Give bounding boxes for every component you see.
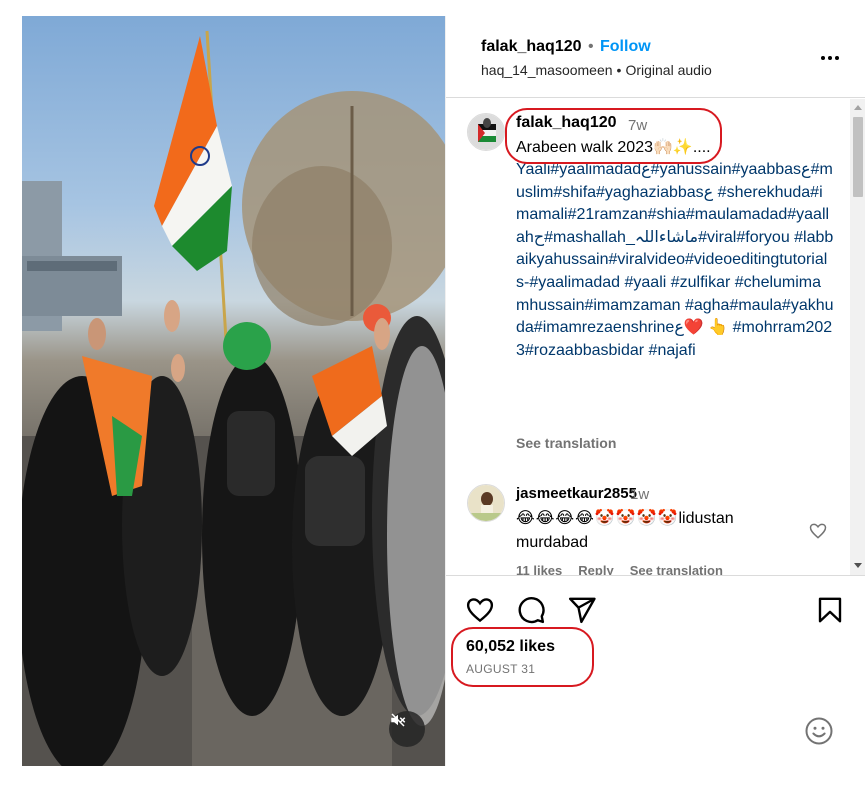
comment-username[interactable]: jasmeetkaur2855 bbox=[516, 485, 637, 502]
more-options-icon[interactable] bbox=[818, 46, 842, 70]
comment-meta: 11 likes Reply See translation bbox=[516, 563, 739, 575]
likes-count[interactable]: 60,052 likes bbox=[466, 638, 555, 656]
scroll-down-arrow-icon[interactable] bbox=[854, 563, 862, 568]
commenter-avatar[interactable] bbox=[467, 484, 505, 522]
audio-username[interactable]: haq_14_masoomeen bbox=[481, 62, 613, 78]
author-username[interactable]: falak_haq120 bbox=[481, 38, 582, 56]
comment-see-translation[interactable]: See translation bbox=[630, 563, 723, 575]
caption-timestamp[interactable]: 7w bbox=[628, 117, 647, 134]
comment-emojis: 😂😂😂😂🤡🤡🤡🤡 bbox=[516, 510, 679, 527]
comment-icon[interactable] bbox=[516, 595, 546, 625]
follow-button[interactable]: Follow bbox=[600, 38, 651, 56]
scroll-up-arrow-icon[interactable] bbox=[854, 105, 862, 110]
audio-info: haq_14_masoomeen • Original audio bbox=[481, 62, 712, 78]
emoji-icon[interactable] bbox=[804, 716, 834, 746]
post-side-panel: falak_haq120 • Follow haq_14_masoomeen • O… bbox=[445, 16, 865, 766]
comment-reply-button[interactable]: Reply bbox=[578, 563, 613, 575]
audio-separator: • bbox=[616, 62, 622, 78]
caption-username[interactable]: falak_haq120 bbox=[516, 114, 617, 132]
bookmark-icon[interactable] bbox=[815, 595, 845, 625]
heart-icon[interactable] bbox=[808, 521, 828, 541]
caption-hashtags[interactable]: Yaali#yaalimadadع#yahussain#yaabbasع#mus… bbox=[516, 159, 834, 362]
comment-likes-count[interactable]: 11 likes bbox=[516, 563, 562, 575]
video-frame-illustration bbox=[22, 30, 445, 766]
heart-icon[interactable] bbox=[465, 595, 495, 625]
caption-title: Arabeen walk 2023🙌🏻✨.... bbox=[516, 139, 711, 156]
avatar-image bbox=[468, 485, 504, 521]
muted-speaker-icon bbox=[391, 713, 406, 727]
post-header: falak_haq120 • Follow haq_14_masoomeen • O… bbox=[446, 16, 865, 98]
caption-see-translation[interactable]: See translation bbox=[516, 435, 616, 451]
comments-section[interactable]: falak_haq120 7w Arabeen walk 2023🙌🏻✨....… bbox=[446, 99, 850, 575]
avatar-image bbox=[468, 114, 504, 150]
mute-toggle-button[interactable] bbox=[389, 711, 425, 747]
post-date[interactable]: AUGUST 31 bbox=[466, 662, 535, 676]
share-icon[interactable] bbox=[567, 595, 597, 625]
post-video[interactable] bbox=[22, 16, 445, 766]
header-separator: • bbox=[588, 38, 594, 55]
audio-label[interactable]: Original audio bbox=[625, 62, 711, 78]
scrollbar-thumb[interactable] bbox=[853, 117, 863, 197]
post-actions: 60,052 likes AUGUST 31 bbox=[446, 575, 865, 765]
comment-timestamp[interactable]: 1w bbox=[630, 486, 649, 503]
comments-scrollbar[interactable] bbox=[850, 99, 865, 575]
author-avatar[interactable] bbox=[467, 113, 505, 151]
comment-text: 😂😂😂😂🤡🤡🤡🤡lidustan murdabad bbox=[516, 507, 786, 555]
